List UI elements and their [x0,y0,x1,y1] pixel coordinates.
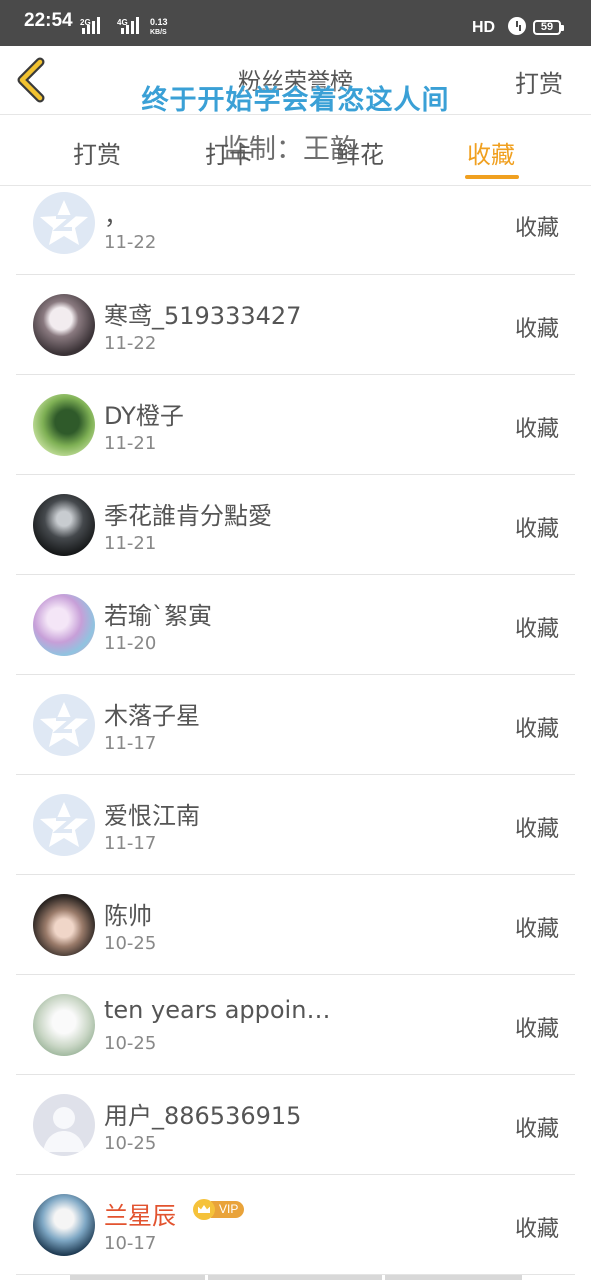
network-speed: 0.13 KB/S [150,18,168,37]
user-name: 若瑜`絮寅 [104,602,212,630]
credit-overlay: 监制：王韵 [222,134,357,165]
list-item[interactable]: ， 11-22 收藏 [16,186,575,275]
default-avatar-icon [33,694,95,756]
crown-icon [193,1199,215,1220]
user-name: ， [104,202,128,230]
user-name: DY橙子 [104,402,184,430]
signal-strength-icon-1 [82,16,100,34]
status-bar: 22:54 2G 4G 0.13 KB/S HD 59 [0,0,591,46]
favorite-date: 10-25 [104,933,157,954]
user-name: 木落子星 [104,702,200,730]
user-avatar [33,994,95,1056]
nav-bar-segment [70,1275,205,1280]
hd-indicator: HD [472,19,496,36]
vip-label: VIP [211,1201,245,1218]
status-time: 22:54 [24,10,73,31]
favorite-label: 收藏 [514,517,559,542]
default-avatar-icon [33,192,95,254]
active-tab-indicator [465,175,519,179]
nav-bar-segment [385,1275,522,1280]
default-person-icon [33,1094,95,1156]
vip-badge: VIP [193,1199,245,1220]
user-name: 寒鸢_519333427 [104,302,302,330]
favorite-label: 收藏 [514,317,559,342]
favorite-date: 11-22 [104,333,157,354]
signal-strength-icon-2 [121,16,139,34]
list-item[interactable]: 若瑜`絮寅 11-20 收藏 [16,575,575,675]
favorite-label: 收藏 [514,817,559,842]
favorite-date: 11-20 [104,633,157,654]
favorite-label: 收藏 [514,917,559,942]
list-item[interactable]: 用户_886536915 10-25 收藏 [16,1075,575,1175]
user-name: 兰星辰 [104,1202,176,1230]
user-name: ten years appoint... [104,996,334,1024]
user-avatar [33,894,95,956]
battery-level: 59 [540,21,554,33]
favorite-date: 11-22 [104,232,157,253]
favorite-date: 11-17 [104,833,157,854]
list-item[interactable]: DY橙子 11-21 收藏 [16,375,575,475]
nav-bar-segment [208,1275,382,1280]
fan-list: ， 11-22 收藏 寒鸢_519333427 11-22 收藏 DY橙子 11… [16,186,575,1275]
favorite-label: 收藏 [514,1117,559,1142]
favorite-date: 10-25 [104,1133,157,1154]
default-avatar-icon [33,794,95,856]
favorite-label: 收藏 [514,617,559,642]
list-item[interactable]: 木落子星 11-17 收藏 [16,675,575,775]
user-avatar [33,494,95,556]
tab-reward[interactable]: 打赏 [73,135,121,170]
reward-button[interactable]: 打赏 [515,64,563,99]
favorite-date: 11-21 [104,433,157,454]
speed-value: 0.13 [150,17,168,27]
user-name: 爱恨江南 [104,802,200,830]
user-name: 陈帅 [104,902,152,930]
user-name: 季花誰肯分點愛 [104,502,272,530]
favorite-label: 收藏 [514,1217,559,1242]
user-avatar [33,1194,95,1256]
app-header: 粉丝荣誉榜 终于开始学会着恣这人间 打赏 [0,46,591,116]
battery-icon: 59 [533,20,564,35]
favorite-date: 10-25 [104,1033,157,1054]
tab-favorites[interactable]: 收藏 [467,135,515,170]
user-avatar [33,394,95,456]
favorite-date: 10-17 [104,1233,157,1254]
list-item[interactable]: 寒鸢_519333427 11-22 收藏 [16,275,575,375]
list-item[interactable]: 陈帅 10-25 收藏 [16,875,575,975]
favorite-label: 收藏 [514,717,559,742]
speed-unit: KB/S [150,29,167,36]
list-item[interactable]: 爱恨江南 11-17 收藏 [16,775,575,875]
favorite-label: 收藏 [514,216,559,241]
user-avatar [33,594,95,656]
user-avatar [33,294,95,356]
list-item[interactable]: 兰星辰 VIP 10-17 收藏 [16,1175,575,1275]
favorite-label: 收藏 [514,1017,559,1042]
favorite-label: 收藏 [514,417,559,442]
list-item[interactable]: ten years appoint... 10-25 收藏 [16,975,575,1075]
lyric-overlay: 终于开始学会着恣这人间 [141,85,450,116]
user-name: 用户_886536915 [104,1102,302,1130]
favorite-date: 11-17 [104,733,157,754]
list-item[interactable]: 季花誰肯分點愛 11-21 收藏 [16,475,575,575]
alarm-icon [508,17,526,35]
favorite-date: 11-21 [104,533,157,554]
